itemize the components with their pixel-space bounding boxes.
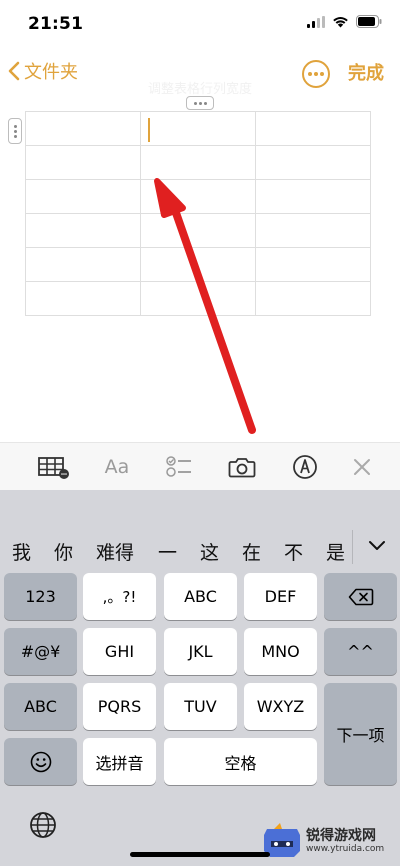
delete-key[interactable]	[324, 573, 397, 620]
key-symbols[interactable]: #@¥	[4, 628, 77, 675]
close-icon	[354, 459, 370, 475]
key-def[interactable]: DEF	[244, 573, 317, 620]
candidate-word[interactable]: 在	[242, 538, 261, 565]
key-ghi[interactable]: GHI	[83, 628, 156, 675]
candidate-word[interactable]: 这	[200, 538, 219, 565]
key-jkl[interactable]: JKL	[164, 628, 237, 675]
watermark: 锐得游戏网 www.ytruida.com	[262, 818, 398, 864]
key-mno[interactable]: MNO	[244, 628, 317, 675]
candidate-word[interactable]: 难得	[96, 538, 134, 565]
markup-button[interactable]	[290, 452, 320, 482]
candidate-bar: 我 你 难得 一 这 在 不 是	[0, 520, 400, 572]
candidate-word[interactable]: 一	[158, 538, 177, 565]
chevron-down-icon	[369, 541, 385, 550]
key-tuv[interactable]: TUV	[164, 683, 237, 730]
candidate-word[interactable]: 是	[326, 538, 345, 565]
candidate-word[interactable]: 不	[284, 538, 303, 565]
watermark-text-block: 锐得游戏网 www.ytruida.com	[306, 827, 385, 854]
expand-candidates-button[interactable]	[362, 534, 392, 558]
key-wxyz[interactable]: WXYZ	[244, 683, 317, 730]
key-separator[interactable]: ^^	[324, 628, 397, 675]
checklist-icon	[166, 456, 191, 477]
home-indicator	[130, 852, 270, 857]
camera-button[interactable]	[227, 452, 257, 482]
emoji-key[interactable]	[4, 738, 77, 785]
space-key[interactable]: 空格	[164, 738, 317, 785]
markup-icon	[293, 455, 317, 479]
watermark-name: 锐得游戏网	[306, 827, 376, 844]
key-123[interactable]: 123	[4, 573, 77, 620]
table-button[interactable]	[36, 452, 70, 482]
close-toolbar-button[interactable]	[348, 452, 376, 482]
key-punctuation[interactable]: ,。?!	[83, 573, 156, 620]
candidate-word[interactable]: 你	[54, 538, 73, 565]
watermark-url: www.ytruida.com	[306, 843, 385, 854]
table-icon	[38, 457, 69, 479]
format-toolbar: Aa	[0, 442, 400, 491]
key-pqrs[interactable]: PQRS	[83, 683, 156, 730]
key-abc[interactable]: ABC	[164, 573, 237, 620]
camera-icon	[228, 458, 256, 478]
delete-icon	[348, 588, 373, 605]
key-abc-switch[interactable]: ABC	[4, 683, 77, 730]
globe-button[interactable]	[28, 810, 58, 840]
candidate-divider	[352, 530, 353, 564]
globe-icon	[30, 812, 56, 838]
emoji-icon	[30, 751, 51, 772]
key-select-pinyin[interactable]: 选拼音	[83, 738, 156, 785]
text-format-button[interactable]: Aa	[100, 452, 134, 482]
candidate-word[interactable]: 我	[12, 538, 31, 565]
checklist-button[interactable]	[164, 452, 194, 482]
next-key[interactable]: 下一项	[324, 683, 397, 785]
